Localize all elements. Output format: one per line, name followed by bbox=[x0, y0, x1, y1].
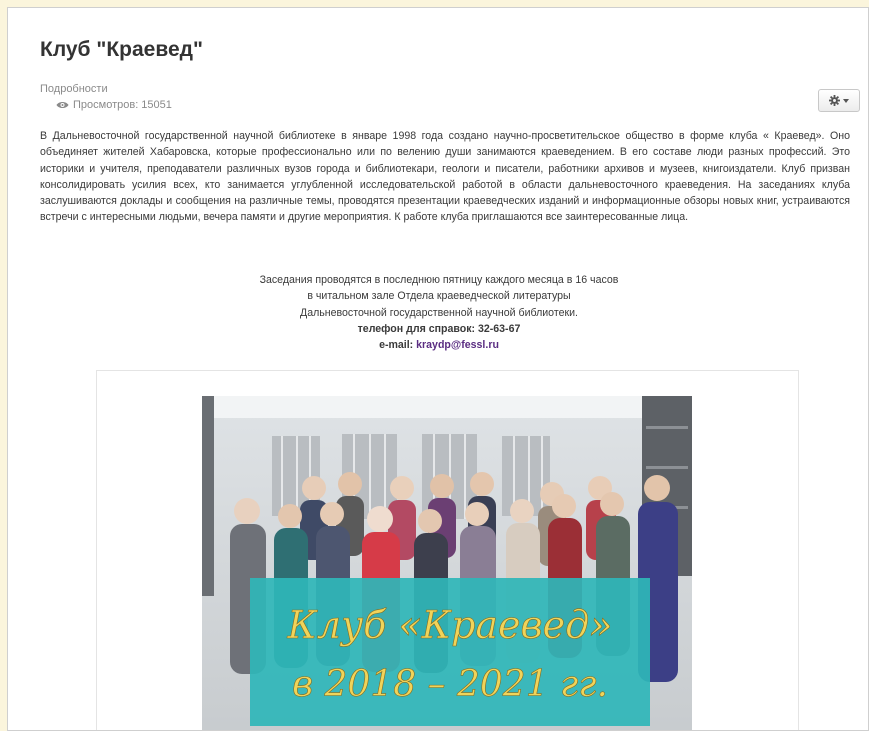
email-info: e-mail: kraydp@fessl.ru bbox=[8, 337, 868, 353]
meeting-info: Заседания проводятся в последнюю пятницу… bbox=[8, 272, 868, 353]
banner-line-1: Клуб «Краевед» bbox=[287, 603, 613, 647]
email-link[interactable]: kraydp@fessl.ru bbox=[416, 339, 499, 351]
article-tools-button[interactable] bbox=[818, 89, 860, 112]
meeting-line-1: Заседания проводятся в последнюю пятницу… bbox=[259, 274, 619, 286]
phone-info: телефон для справок: 32-63-67 bbox=[357, 322, 521, 335]
caret-down-icon bbox=[843, 98, 849, 103]
page-title: Клуб "Краевед" bbox=[40, 38, 203, 61]
eye-icon bbox=[56, 102, 69, 108]
gear-icon bbox=[829, 95, 840, 106]
meeting-line-3: Дальневосточной государственной научной … bbox=[300, 306, 578, 319]
meeting-line-2: в читальном зале Отдела краеведческой ли… bbox=[307, 290, 571, 303]
email-label: e-mail: bbox=[379, 339, 417, 352]
club-photo: Клуб «Краевед» в 2018 – 2021 гг. bbox=[202, 396, 692, 730]
details-label: Подробности bbox=[40, 83, 108, 95]
views-counter: Просмотров: 15051 bbox=[56, 99, 172, 111]
article-frame: Клуб "Краевед" Подробности Просмотров: 1… bbox=[7, 7, 869, 731]
banner-line-2: в 2018 – 2021 гг. bbox=[292, 664, 608, 705]
article-intro: В Дальневосточной государственной научно… bbox=[40, 130, 850, 224]
views-text: Просмотров: 15051 bbox=[73, 99, 172, 111]
